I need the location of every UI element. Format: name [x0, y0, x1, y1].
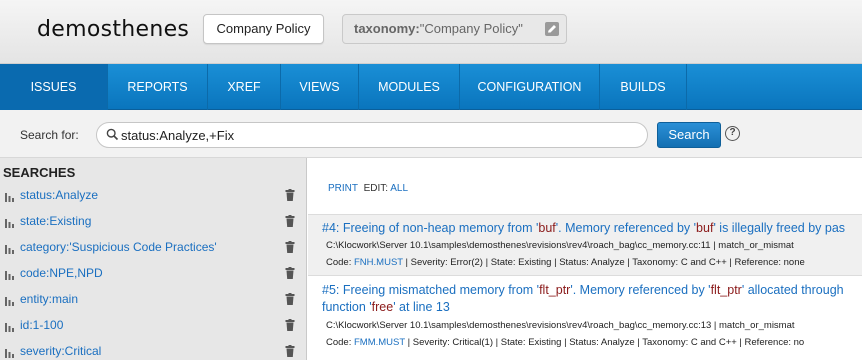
top-header: demosthenes Company Policy taxonomy:"Com…	[0, 0, 862, 64]
bar-chart-icon	[5, 191, 15, 205]
issue-id: #4:	[322, 221, 340, 235]
code-label: Code:	[326, 337, 352, 348]
checker-code-link[interactable]: FMM.MUST	[354, 337, 405, 348]
taxonomy-key: taxonomy:	[354, 21, 420, 36]
issue-variable: free	[371, 300, 394, 314]
issue-meta: Code: FNH.MUST | Severity: Error(2) | St…	[326, 257, 805, 268]
trash-icon[interactable]	[285, 189, 295, 204]
search-button[interactable]: Search	[657, 122, 721, 148]
help-icon[interactable]: ?	[725, 126, 740, 141]
search-icon	[106, 128, 119, 144]
issue-meta-text: | Severity: Critical(1) | State: Existin…	[405, 337, 805, 348]
issue-title-text: ' is illegally freed by pas	[713, 221, 846, 235]
saved-search-label[interactable]: category:'Suspicious Code Practices'	[20, 240, 217, 254]
issue-row[interactable]: #4: Freeing of non-heap memory from 'buf…	[308, 214, 862, 276]
bar-chart-icon	[5, 217, 15, 231]
trash-icon[interactable]	[285, 293, 295, 308]
issue-title-text: function '	[322, 300, 372, 314]
edit-all-link[interactable]: ALL	[390, 183, 408, 194]
taxonomy-filter-chip: taxonomy:"Company Policy"	[342, 14, 567, 44]
issue-title-line2[interactable]: function 'free' at line 13	[322, 299, 450, 316]
issue-variable: flt_ptr	[710, 283, 742, 297]
bar-chart-icon	[5, 347, 15, 360]
main-nav: ISSUES REPORTS XREF VIEWS MODULES CONFIG…	[0, 64, 862, 110]
search-field[interactable]	[96, 122, 648, 148]
trash-icon[interactable]	[285, 267, 295, 282]
saved-search-item[interactable]: severity:Critical	[0, 339, 306, 360]
trash-icon[interactable]	[285, 345, 295, 360]
taxonomy-value: "Company Policy"	[419, 21, 523, 36]
issue-title[interactable]: #4: Freeing of non-heap memory from 'buf…	[322, 220, 845, 237]
issue-title-text: ' at line 13	[393, 300, 450, 314]
bar-chart-icon	[5, 243, 15, 257]
nav-views[interactable]: VIEWS	[281, 64, 359, 110]
saved-search-label[interactable]: entity:main	[20, 292, 78, 306]
issue-title[interactable]: #5: Freeing mismatched memory from 'flt_…	[322, 282, 844, 299]
sidebar-title: SEARCHES	[3, 165, 76, 180]
issue-variable: buf	[696, 221, 714, 235]
nav-reports[interactable]: REPORTS	[108, 64, 208, 110]
saved-search-item[interactable]: entity:main	[0, 287, 306, 313]
issue-title-text: '. Memory referenced by '	[555, 221, 697, 235]
issue-file-path: C:\Klocwork\Server 10.1\samples\demosthe…	[326, 320, 795, 331]
issue-id: #5:	[322, 283, 340, 297]
issue-title-text: Freeing of non-heap memory from '	[342, 221, 539, 235]
edit-label: EDIT:	[363, 183, 389, 194]
issue-variable: flt_ptr	[539, 283, 571, 297]
nav-builds[interactable]: BUILDS	[600, 64, 687, 110]
trash-icon[interactable]	[285, 241, 295, 256]
checker-code-link[interactable]: FNH.MUST	[354, 257, 403, 268]
list-actions: PRINT EDIT: ALL	[328, 183, 408, 194]
print-link[interactable]: PRINT	[328, 183, 358, 194]
search-bar: Search for: Search ?	[0, 110, 862, 158]
saved-search-item[interactable]: code:NPE,NPD	[0, 261, 306, 287]
search-label: Search for:	[20, 128, 79, 142]
bar-chart-icon	[5, 295, 15, 309]
nav-configuration[interactable]: CONFIGURATION	[460, 64, 600, 110]
issue-title-text: Freeing mismatched memory from '	[342, 283, 540, 297]
issue-title-text: '. Memory referenced by '	[570, 283, 711, 297]
nav-modules[interactable]: MODULES	[359, 64, 460, 110]
taxonomy-policy-button[interactable]: Company Policy	[203, 14, 324, 44]
saved-search-label[interactable]: status:Analyze	[20, 188, 98, 202]
saved-search-item[interactable]: id:1-100	[0, 313, 306, 339]
saved-searches-sidebar: SEARCHES status:Analyze state:Existing c…	[0, 158, 307, 360]
issue-list-panel: PRINT EDIT: ALL #4: Freeing of non-heap …	[308, 158, 862, 360]
bar-chart-icon	[5, 321, 15, 335]
nav-xref[interactable]: XREF	[208, 64, 281, 110]
saved-search-label[interactable]: state:Existing	[20, 214, 91, 228]
trash-icon[interactable]	[285, 215, 295, 230]
nav-issues[interactable]: ISSUES	[0, 64, 108, 110]
issue-variable: buf	[538, 221, 556, 235]
saved-search-item[interactable]: state:Existing	[0, 209, 306, 235]
saved-search-item[interactable]: category:'Suspicious Code Practices'	[0, 235, 306, 261]
code-label: Code:	[326, 257, 352, 268]
issue-meta-text: | Severity: Error(2) | State: Existing |…	[402, 257, 805, 268]
saved-search-label[interactable]: severity:Critical	[20, 344, 101, 358]
saved-search-label[interactable]: code:NPE,NPD	[20, 266, 103, 280]
search-input[interactable]	[121, 126, 641, 144]
saved-search-item[interactable]: status:Analyze	[0, 183, 306, 209]
project-name[interactable]: demosthenes	[37, 17, 189, 42]
saved-search-label[interactable]: id:1-100	[20, 318, 63, 332]
bar-chart-icon	[5, 269, 15, 283]
issue-meta: Code: FMM.MUST | Severity: Critical(1) |…	[326, 337, 804, 348]
edit-icon[interactable]	[545, 22, 559, 36]
issue-file-path: C:\Klocwork\Server 10.1\samples\demosthe…	[326, 240, 794, 251]
issue-title-text: ' allocated through	[741, 283, 844, 297]
issue-row[interactable]: #5: Freeing mismatched memory from 'flt_…	[308, 277, 862, 360]
trash-icon[interactable]	[285, 319, 295, 334]
